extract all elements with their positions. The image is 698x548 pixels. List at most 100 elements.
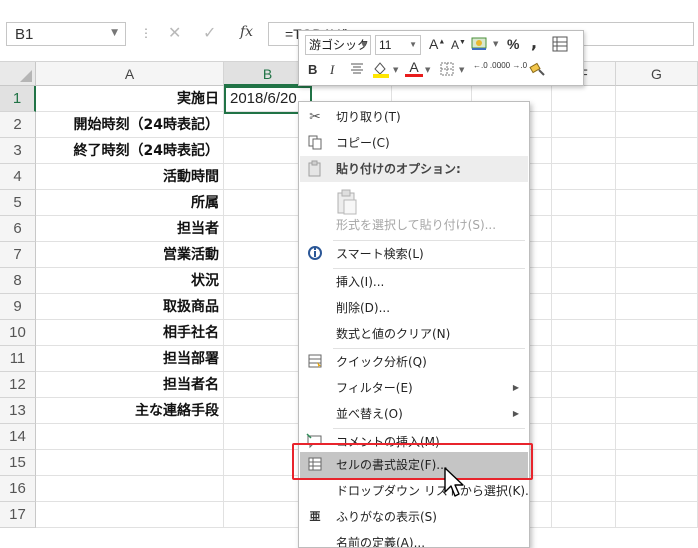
grow-font-button[interactable]: A▲ [429, 36, 445, 52]
font-name-box[interactable]: 游ゴシック ▼ [305, 35, 371, 55]
cell-f14[interactable] [552, 424, 616, 450]
cell-a6[interactable]: 担当者 [36, 216, 224, 242]
select-all-button[interactable] [0, 62, 36, 86]
insert-function-icon[interactable]: fx [240, 24, 253, 40]
font-color-button[interactable]: A [405, 59, 423, 77]
row-header-11[interactable]: 11 [0, 346, 36, 372]
cell-a14[interactable] [36, 424, 224, 450]
comma-style-button[interactable]: , [531, 33, 537, 52]
cell-g1[interactable] [616, 86, 698, 112]
percent-style-button[interactable]: % [507, 36, 519, 52]
cell-f11[interactable] [552, 346, 616, 372]
fill-color-button[interactable] [371, 60, 391, 81]
column-header-g[interactable]: G [616, 62, 698, 86]
name-box-dropdown-icon[interactable]: ▼ [111, 28, 118, 38]
row-header-6[interactable]: 6 [0, 216, 36, 242]
font-size-dropdown-icon[interactable]: ▼ [409, 36, 417, 54]
menu-item-sort[interactable]: 並べ替え(O) ▶ [300, 401, 528, 427]
cell-g9[interactable] [616, 294, 698, 320]
menu-item-copy[interactable]: コピー(C) [300, 130, 528, 156]
cell-f9[interactable] [552, 294, 616, 320]
row-header-14[interactable]: 14 [0, 424, 36, 450]
cell-f5[interactable] [552, 190, 616, 216]
cell-a8[interactable]: 状況 [36, 268, 224, 294]
row-header-12[interactable]: 12 [0, 372, 36, 398]
row-header-9[interactable]: 9 [0, 294, 36, 320]
menu-item-paste-special[interactable]: 形式を選択して貼り付け(S)... [300, 212, 528, 238]
bold-button[interactable]: B [308, 62, 317, 77]
menu-item-filter[interactable]: フィルター(E) ▶ [300, 375, 528, 401]
menu-item-insert[interactable]: 挿入(I)... [300, 269, 528, 295]
cell-f4[interactable] [552, 164, 616, 190]
cell-g10[interactable] [616, 320, 698, 346]
cell-f1[interactable] [552, 86, 616, 112]
number-format-button[interactable] [471, 36, 491, 55]
cell-a5[interactable]: 所属 [36, 190, 224, 216]
fill-color-dropdown-icon[interactable]: ▼ [393, 66, 398, 74]
cell-a12[interactable]: 担当者名 [36, 372, 224, 398]
row-header-17[interactable]: 17 [0, 502, 36, 528]
row-header-7[interactable]: 7 [0, 242, 36, 268]
menu-item-pick-from-dropdown[interactable]: ドロップダウン リストから選択(K)... [300, 478, 529, 504]
cell-g14[interactable] [616, 424, 698, 450]
row-header-8[interactable]: 8 [0, 268, 36, 294]
borders-button[interactable] [439, 61, 455, 80]
row-header-5[interactable]: 5 [0, 190, 36, 216]
cell-a3[interactable]: 終了時刻（24時表記） [36, 138, 224, 164]
menu-item-define-name[interactable]: 名前の定義(A)... [300, 530, 528, 547]
menu-item-cut[interactable]: ✂ 切り取り(T) [300, 104, 528, 130]
decrease-decimal-button[interactable]: .00 →.0 [499, 62, 527, 70]
menu-item-show-furigana[interactable]: 亜 ふりがなの表示(S) [300, 504, 528, 530]
row-header-3[interactable]: 3 [0, 138, 36, 164]
name-box[interactable]: B1 ▼ [6, 22, 126, 46]
cell-f8[interactable] [552, 268, 616, 294]
row-header-1[interactable]: 1 [0, 86, 36, 112]
cell-g11[interactable] [616, 346, 698, 372]
row-header-10[interactable]: 10 [0, 320, 36, 346]
cell-a15[interactable] [36, 450, 224, 476]
cell-a10[interactable]: 相手社名 [36, 320, 224, 346]
increase-decimal-button[interactable]: ←.0 .00 [473, 62, 501, 70]
cell-g7[interactable] [616, 242, 698, 268]
cell-g8[interactable] [616, 268, 698, 294]
cancel-icon[interactable]: ✕ [168, 23, 181, 42]
cell-a11[interactable]: 担当部署 [36, 346, 224, 372]
cell-a16[interactable] [36, 476, 224, 502]
cell-a1[interactable]: 実施日 [36, 86, 224, 112]
row-header-2[interactable]: 2 [0, 112, 36, 138]
cell-g2[interactable] [616, 112, 698, 138]
row-header-13[interactable]: 13 [0, 398, 36, 424]
cell-f12[interactable] [552, 372, 616, 398]
cell-f6[interactable] [552, 216, 616, 242]
cell-g5[interactable] [616, 190, 698, 216]
cell-a13[interactable]: 主な連絡手段 [36, 398, 224, 424]
font-size-box[interactable]: 11 ▼ [375, 35, 421, 55]
cell-g17[interactable] [616, 502, 698, 528]
cell-a4[interactable]: 活動時間 [36, 164, 224, 190]
cell-a7[interactable]: 営業活動 [36, 242, 224, 268]
menu-item-clear-contents[interactable]: 数式と値のクリア(N) [300, 321, 528, 347]
column-header-a[interactable]: A [36, 62, 224, 86]
cell-a17[interactable] [36, 502, 224, 528]
align-center-button[interactable] [349, 61, 365, 80]
cell-g3[interactable] [616, 138, 698, 164]
cell-f13[interactable] [552, 398, 616, 424]
font-color-dropdown-icon[interactable]: ▼ [425, 66, 430, 74]
row-header-15[interactable]: 15 [0, 450, 36, 476]
cell-f3[interactable] [552, 138, 616, 164]
format-painter-button[interactable] [551, 35, 569, 56]
menu-item-smart-lookup[interactable]: スマート検索(L) [300, 241, 528, 267]
borders-dropdown-icon[interactable]: ▼ [459, 66, 464, 74]
format-painter-brush-button[interactable] [529, 61, 547, 80]
menu-item-delete[interactable]: 削除(D)... [300, 295, 528, 321]
cell-g15[interactable] [616, 450, 698, 476]
cell-g4[interactable] [616, 164, 698, 190]
font-name-dropdown-icon[interactable]: ▼ [361, 36, 367, 54]
italic-button[interactable]: I [330, 62, 334, 78]
enter-icon[interactable]: ✓ [203, 23, 216, 42]
cell-g16[interactable] [616, 476, 698, 502]
cell-f15[interactable] [552, 450, 616, 476]
menu-item-format-cells[interactable]: セルの書式設定(F)... [300, 452, 528, 478]
row-header-16[interactable]: 16 [0, 476, 36, 502]
cell-a9[interactable]: 取扱商品 [36, 294, 224, 320]
